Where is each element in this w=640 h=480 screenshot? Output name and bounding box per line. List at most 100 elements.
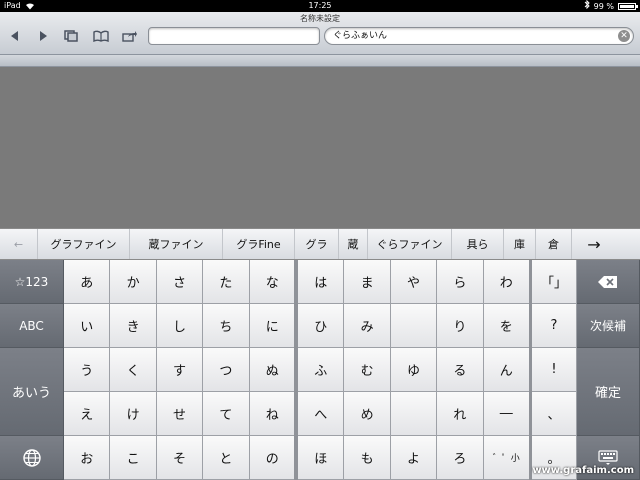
kana-key-ふ[interactable]: ふ — [298, 348, 345, 392]
kana-key[interactable]: あいう — [0, 348, 64, 436]
kana-key-ゆ[interactable]: ゆ — [390, 348, 438, 392]
kana-key-う[interactable]: う — [64, 348, 111, 392]
punct-key[interactable]: ! — [532, 348, 577, 392]
kana-key-て[interactable]: て — [203, 392, 250, 436]
candidate-bar: ← グラファイン 蔵ファイン グラFine グラ蔵ぐらファイン 具ら庫倉 → — [0, 228, 640, 260]
confirm-key[interactable]: 確定 — [577, 348, 640, 436]
kana-key-―[interactable]: ― — [483, 392, 530, 436]
kana-key-ひ[interactable]: ひ — [298, 304, 345, 348]
kana-key-に[interactable]: に — [249, 304, 296, 348]
kana-key-な[interactable]: な — [249, 260, 296, 304]
kana-key-は[interactable]: は — [298, 260, 345, 304]
punct-key[interactable]: ? — [532, 304, 577, 348]
kana-key-す[interactable]: す — [156, 348, 204, 392]
kana-key-む[interactable]: む — [344, 348, 391, 392]
clock: 17:25 — [308, 1, 332, 10]
kana-key-ね[interactable]: ね — [249, 392, 296, 436]
kana-key-た[interactable]: た — [203, 260, 250, 304]
abc-key[interactable]: ABC — [0, 304, 64, 348]
delete-key[interactable] — [577, 260, 640, 304]
punct-key[interactable]: 、 — [532, 392, 577, 436]
kana-key-そ[interactable]: そ — [156, 436, 204, 480]
back-arrow-icon — [11, 31, 18, 41]
kana-key-よ[interactable]: よ — [390, 436, 438, 480]
kana-key-を[interactable]: を — [483, 304, 530, 348]
candidate-more-arrow[interactable]: → — [572, 229, 616, 259]
kana-key-み[interactable]: み — [344, 304, 391, 348]
kana-key-い[interactable]: い — [64, 304, 111, 348]
kana-key-れ[interactable]: れ — [437, 392, 484, 436]
forward-arrow-icon — [40, 31, 47, 41]
battery-icon — [618, 3, 638, 10]
kana-key-ま[interactable]: ま — [344, 260, 391, 304]
candidate-item[interactable]: 庫 — [504, 229, 536, 259]
status-bar: iPad 17:25 99 % — [0, 0, 640, 12]
clear-icon[interactable]: ✕ — [618, 30, 630, 42]
candidate-item[interactable]: 蔵 — [339, 229, 368, 259]
kana-key-め[interactable]: め — [344, 392, 391, 436]
candidate-item[interactable]: 倉 — [536, 229, 572, 259]
kana-key-か[interactable]: か — [110, 260, 157, 304]
kana-key-あ[interactable]: あ — [64, 260, 111, 304]
kana-key-わ[interactable]: わ — [483, 260, 530, 304]
next-candidate-key[interactable]: 次候補 — [577, 304, 640, 348]
globe-key[interactable] — [0, 436, 64, 480]
empty-key[interactable] — [390, 392, 438, 436]
kana-key-や[interactable]: や — [390, 260, 438, 304]
page-title: 名称未設定 — [300, 14, 340, 23]
bookmarks-bar — [0, 55, 640, 67]
search-input-text: ぐらふぁいん — [333, 31, 388, 41]
kana-key-く[interactable]: く — [110, 348, 157, 392]
share-button[interactable] — [119, 27, 141, 45]
empty-key[interactable] — [390, 304, 438, 348]
candidate-back-arrow[interactable]: ← — [0, 229, 38, 259]
candidate-item[interactable]: 具ら — [452, 229, 504, 259]
address-field[interactable] — [148, 27, 320, 45]
kana-key-せ[interactable]: せ — [156, 392, 204, 436]
share-icon — [122, 31, 137, 42]
numbers-key[interactable]: ☆123 — [0, 260, 64, 304]
book-icon — [93, 30, 109, 42]
kana-key-え[interactable]: え — [64, 392, 111, 436]
punct-key[interactable]: 「」 — [532, 260, 577, 304]
candidate-item[interactable]: グラ — [295, 229, 339, 259]
kana-key-け[interactable]: け — [110, 392, 157, 436]
candidate-item[interactable]: ぐらファイン — [368, 229, 452, 259]
candidate-item[interactable]: 蔵ファイン — [130, 229, 223, 259]
kana-key-ら[interactable]: ら — [437, 260, 484, 304]
pages-button[interactable] — [60, 27, 82, 45]
kana-key-こ[interactable]: こ — [110, 436, 157, 480]
kana-key-き[interactable]: き — [110, 304, 157, 348]
group-separator — [294, 260, 297, 480]
kana-key-さ[interactable]: さ — [156, 260, 204, 304]
search-field[interactable]: ぐらふぁいん ✕ — [324, 27, 634, 45]
kana-key-り[interactable]: り — [437, 304, 484, 348]
bookmarks-button[interactable] — [90, 27, 112, 45]
keyboard-hide-icon — [598, 449, 618, 465]
pages-icon — [64, 30, 78, 42]
kana-key-ほ[interactable]: ほ — [298, 436, 345, 480]
kana-key-ろ[interactable]: ろ — [437, 436, 484, 480]
forward-button[interactable] — [32, 27, 54, 45]
browser-toolbar: 名称未設定 ぐらふぁいん ✕ — [0, 12, 640, 55]
kana-key-へ[interactable]: へ — [298, 392, 345, 436]
japanese-kana-keyboard: ☆123 ABC あいうあかさたないきしちにうくすつぬえけせてねおこそとの はまやらわ… — [0, 260, 640, 480]
kana-key-ん[interactable]: ん — [483, 348, 530, 392]
back-button[interactable] — [4, 27, 26, 45]
kana-key-ち[interactable]: ち — [203, 304, 250, 348]
battery-percent: 99 % — [593, 1, 614, 11]
kana-key-と[interactable]: と — [203, 436, 250, 480]
kana-key-゛゜小[interactable]: ゛゜小 — [483, 436, 530, 480]
kana-key-つ[interactable]: つ — [203, 348, 250, 392]
kana-key-も[interactable]: も — [344, 436, 391, 480]
candidate-item[interactable]: グラファイン — [38, 229, 130, 259]
kana-key-ぬ[interactable]: ぬ — [249, 348, 296, 392]
globe-icon — [22, 448, 41, 467]
delete-icon — [598, 275, 617, 288]
watermark: www.grafaim.com — [532, 465, 634, 476]
kana-key-し[interactable]: し — [156, 304, 204, 348]
kana-key-お[interactable]: お — [64, 436, 111, 480]
candidate-item[interactable]: グラFine — [223, 229, 295, 259]
kana-key-る[interactable]: る — [437, 348, 484, 392]
kana-key-の[interactable]: の — [249, 436, 296, 480]
